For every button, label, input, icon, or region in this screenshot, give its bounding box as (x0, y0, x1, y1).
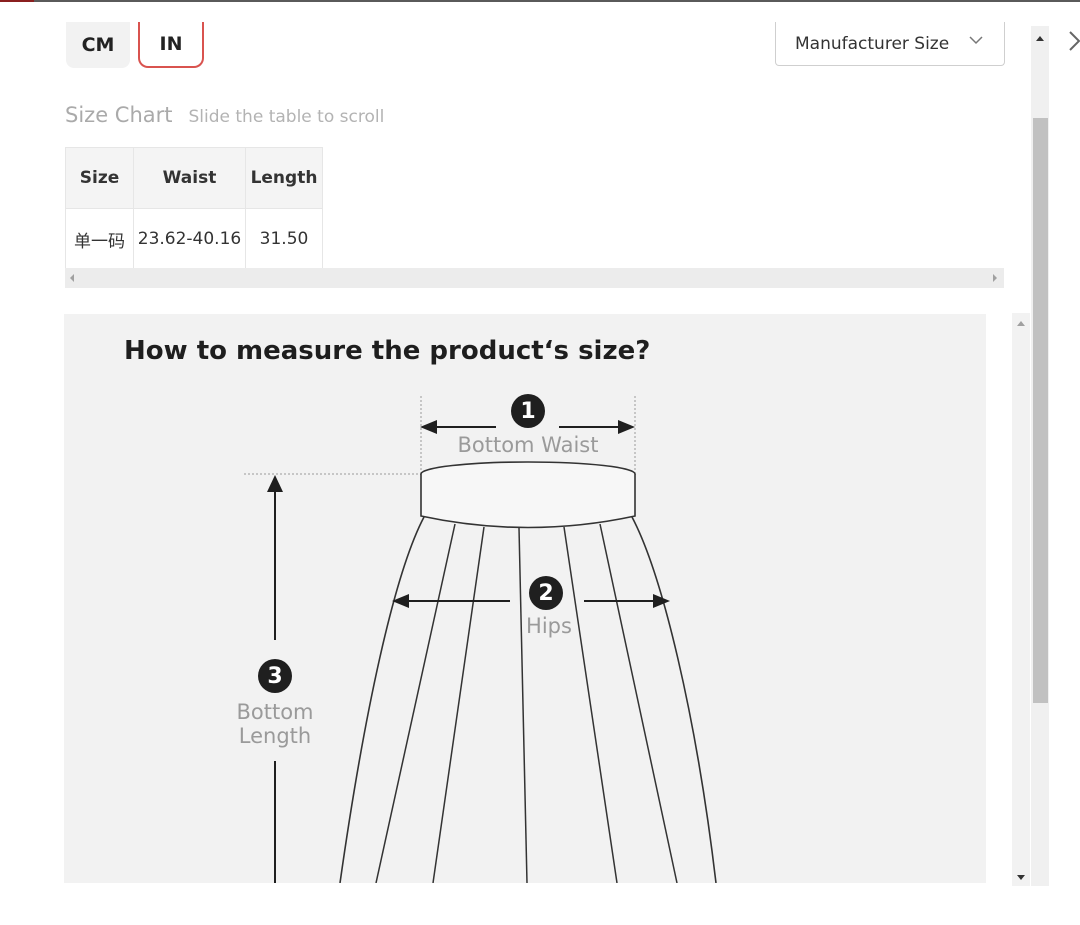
step-2-label: Hips (526, 614, 572, 638)
unit-in-button[interactable]: IN (138, 22, 204, 68)
size-chart-heading: Size Chart Slide the table to scroll (65, 103, 384, 127)
size-select-value: Manufacturer Size (795, 33, 950, 54)
inner-vertical-scrollbar[interactable] (1012, 313, 1030, 886)
table-header-row: Size Waist Length (65, 147, 323, 209)
scroll-hint: Slide the table to scroll (188, 107, 385, 127)
manufacturer-size-select[interactable]: Manufacturer Size (775, 22, 1005, 66)
top-border-accent (0, 0, 34, 2)
column-header-size: Size (65, 147, 134, 209)
scroll-up-icon[interactable] (1017, 321, 1025, 326)
step-1-label: Bottom Waist (457, 433, 599, 457)
step-3-label-line1: Bottom (236, 700, 314, 724)
table-cell-waist: 23.62-40.16 (133, 208, 246, 270)
measure-guide-image: How to measure the product‘s size? 1 Bot… (64, 314, 986, 883)
top-border (0, 0, 1080, 2)
scrollbar-thumb[interactable] (1033, 118, 1048, 703)
step-3-label: Bottom Length (215, 700, 335, 748)
table-cell-length: 31.50 (245, 208, 323, 270)
scroll-up-icon[interactable] (1036, 36, 1044, 41)
close-icon[interactable] (1064, 28, 1080, 54)
table-horizontal-scrollbar[interactable] (65, 268, 1004, 288)
table-cell-size: 单一码 (65, 208, 134, 270)
page-vertical-scrollbar[interactable] (1031, 26, 1049, 886)
unit-cm-button[interactable]: CM (66, 22, 130, 68)
chevron-down-icon (969, 36, 983, 45)
column-header-waist: Waist (133, 147, 246, 209)
size-table: Size Waist Length 单一码 23.62-40.16 31.50 (65, 147, 323, 270)
scroll-left-icon[interactable] (70, 274, 74, 282)
scroll-down-icon[interactable] (1017, 875, 1025, 880)
step-2-badge: 2 (529, 576, 563, 610)
step-3-label-line2: Length (238, 724, 312, 748)
column-header-length: Length (245, 147, 323, 209)
step-1-badge: 1 (511, 394, 545, 428)
scroll-right-icon[interactable] (993, 274, 997, 282)
table-row: 单一码 23.62-40.16 31.50 (65, 208, 323, 270)
size-chart-title: Size Chart (65, 103, 173, 127)
step-3-badge: 3 (258, 659, 292, 693)
